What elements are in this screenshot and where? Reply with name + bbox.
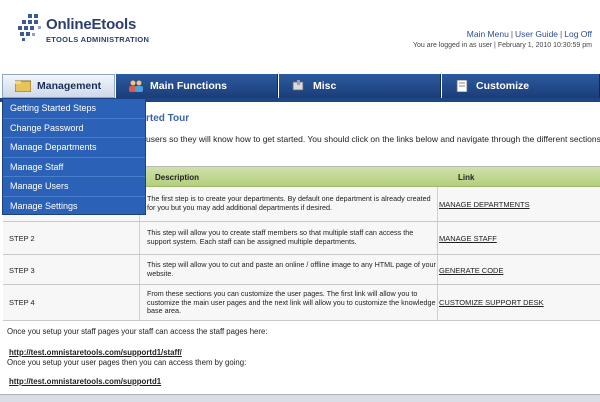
users-icon (129, 80, 143, 92)
login-info: You are logged in as user | February 1, … (412, 42, 592, 49)
customize-support-desk-link[interactable]: CUSTOMIZE SUPPORT DESK (439, 298, 544, 307)
logo-subtitle: ETOOLS ADMINISTRATION (46, 35, 150, 44)
page-title: rted Tour (146, 113, 190, 124)
step-label: STEP 3 (9, 266, 35, 275)
tab-label: Misc (313, 80, 337, 92)
menu-item-manage-staff[interactable]: Manage Staff (3, 158, 145, 177)
step-description: The first step is to create your departm… (147, 194, 431, 212)
table-row: STEP 2 This step will allow you to creat… (3, 222, 600, 255)
logo[interactable]: OnlineEtools ETOOLS ADMINISTRATION (18, 12, 168, 52)
tab-main-functions[interactable]: Main Functions (116, 74, 278, 98)
table-row: STEP 4 From these sections you can custo… (3, 285, 600, 321)
step-label: STEP 4 (9, 298, 35, 307)
tools-icon (292, 80, 304, 91)
staff-url-link[interactable]: http://test.omnistaretools.com/supportd1… (9, 348, 182, 357)
column-divider (437, 255, 438, 284)
staff-pages-note: Once you setup your staff pages your sta… (7, 327, 268, 336)
folder-icon (15, 80, 31, 92)
logo-name: OnlineEtools (46, 16, 137, 33)
column-divider (437, 222, 438, 254)
log-off-link[interactable]: Log Off (564, 29, 592, 39)
tab-label: Customize (476, 80, 530, 92)
generate-code-link[interactable]: GENERATE CODE (439, 266, 503, 275)
column-divider (139, 255, 140, 284)
tab-customize[interactable]: Customize (442, 74, 600, 98)
column-divider (437, 285, 438, 320)
management-dropdown: Getting Started Steps Change Password Ma… (2, 98, 146, 215)
intro-text: users so they will know how to get start… (146, 134, 600, 144)
user-url-link[interactable]: http://test.omnistaretools.com/supportd1 (9, 377, 161, 386)
column-divider (139, 285, 140, 320)
column-divider (437, 187, 438, 221)
link-separator: | (510, 29, 514, 39)
menu-item-getting-started[interactable]: Getting Started Steps (3, 99, 145, 119)
document-icon (456, 80, 468, 92)
step-description: This step will allow you to cut and past… (147, 260, 436, 278)
logo-dots-icon (18, 14, 41, 41)
top-links: Main Menu | User Guide | Log Off (467, 29, 592, 39)
tab-label: Main Functions (150, 80, 227, 92)
main-tabs: Management Main Functions Misc Customize (0, 74, 600, 98)
tab-label: Management (37, 80, 102, 92)
step-description: This step will allow you to create staff… (147, 228, 414, 246)
menu-item-manage-settings[interactable]: Manage Settings (3, 197, 145, 217)
step-description: From these sections you can customize th… (147, 289, 436, 315)
step-label: STEP 2 (9, 234, 35, 243)
page-header: OnlineEtools ETOOLS ADMINISTRATION Main … (0, 0, 600, 70)
tab-misc[interactable]: Misc (279, 74, 441, 98)
main-menu-link[interactable]: Main Menu (467, 29, 509, 39)
column-divider (139, 222, 140, 254)
status-bar (0, 394, 600, 402)
menu-item-change-password[interactable]: Change Password (3, 119, 145, 138)
manage-departments-link[interactable]: MANAGE DEPARTMENTS (439, 200, 530, 209)
user-pages-note: Once you setup your user pages then you … (7, 358, 247, 367)
menu-item-manage-departments[interactable]: Manage Departments (3, 138, 145, 158)
manage-staff-link[interactable]: MANAGE STAFF (439, 234, 497, 243)
menu-item-manage-users[interactable]: Manage Users (3, 177, 145, 197)
column-header-description: Description (155, 173, 200, 182)
column-header-link: Link (458, 173, 475, 182)
link-separator: | (560, 29, 563, 39)
user-guide-link[interactable]: User Guide (515, 29, 558, 39)
table-row: STEP 3 This step will allow you to cut a… (3, 255, 600, 285)
tab-management[interactable]: Management (2, 74, 115, 98)
